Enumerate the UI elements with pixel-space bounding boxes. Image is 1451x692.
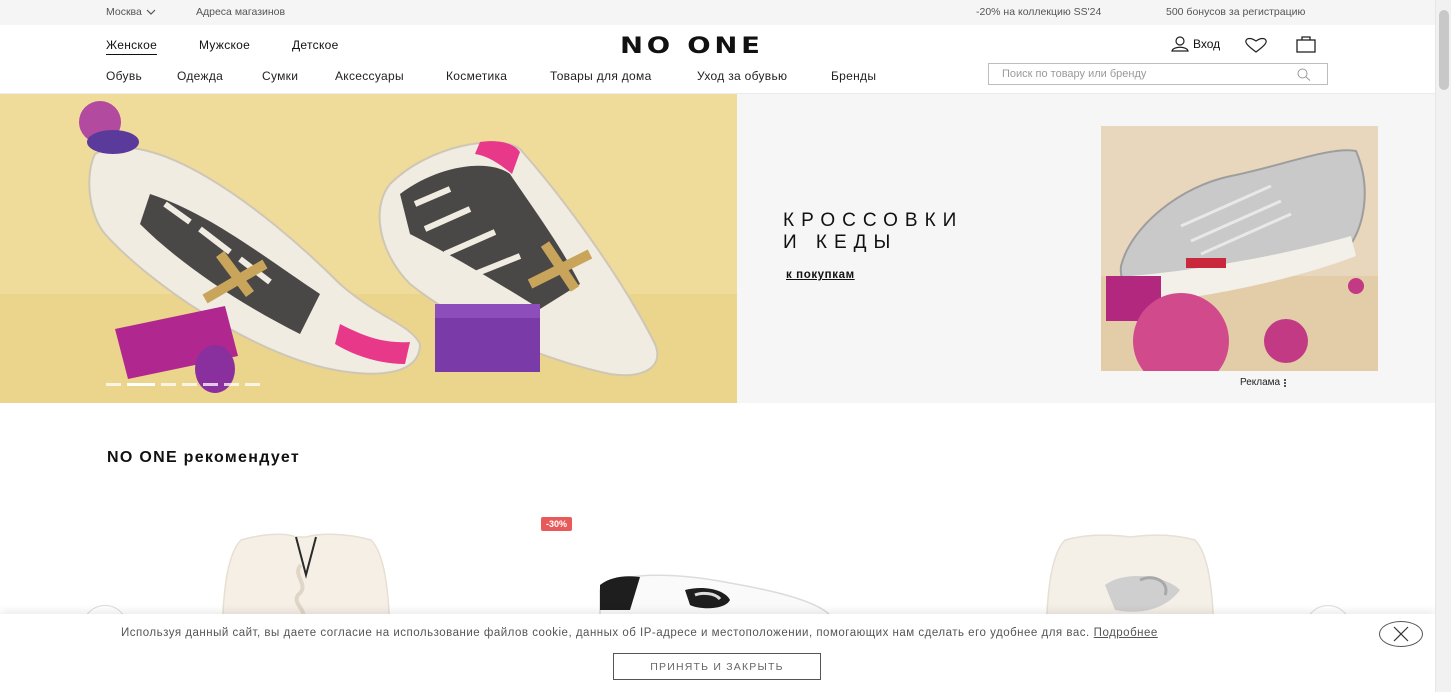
- login-button[interactable]: Вход: [1171, 36, 1220, 52]
- hero-title-line2: И КЕДЫ: [783, 232, 898, 253]
- page: Москва Адреса магазинов -20% на коллекци…: [0, 0, 1451, 692]
- cookie-close-button[interactable]: [1379, 621, 1423, 647]
- category-clothes[interactable]: Одежда: [177, 69, 223, 83]
- search-input[interactable]: [989, 64, 1289, 84]
- user-icon: [1171, 36, 1189, 52]
- city-label: Москва: [106, 6, 142, 18]
- city-selector[interactable]: Москва: [106, 6, 156, 18]
- hero-image[interactable]: [0, 94, 737, 403]
- slider-dot[interactable]: [161, 383, 176, 386]
- favorites-button[interactable]: [1244, 37, 1268, 53]
- cookie-banner: Используя данный сайт, вы даете согласие…: [0, 614, 1435, 692]
- cookie-message: Используя данный сайт, вы даете согласие…: [121, 627, 1090, 639]
- hero-product-image[interactable]: [1101, 126, 1378, 371]
- search-icon[interactable]: [1297, 68, 1311, 81]
- header: Женское Мужское Детское NO ONE Вход Обув…: [0, 25, 1435, 94]
- category-shoe-care[interactable]: Уход за обувью: [697, 69, 787, 83]
- category-cosmetics[interactable]: Косметика: [446, 69, 507, 83]
- heart-icon: [1245, 37, 1267, 53]
- sale-badge: -30%: [541, 517, 573, 531]
- category-accessories[interactable]: Аксессуары: [335, 69, 404, 83]
- shop-now-link[interactable]: к покупкам: [786, 269, 855, 281]
- tab-men[interactable]: Мужское: [199, 38, 250, 52]
- slider-dot[interactable]: [106, 383, 121, 386]
- hero-title-line1: КРОССОВКИ: [783, 210, 964, 231]
- slider-dot[interactable]: [203, 383, 218, 386]
- slider-dot-active[interactable]: [127, 383, 155, 386]
- scrollbar[interactable]: [1435, 0, 1451, 692]
- hero-promo-panel: КРОССОВКИ И КЕДЫ к покупкам Реклама: [737, 94, 1435, 403]
- tab-kids[interactable]: Детское: [292, 38, 339, 52]
- sneakers-illustration: [0, 94, 737, 403]
- chevron-down-icon: [146, 9, 156, 15]
- category-shoes[interactable]: Обувь: [106, 69, 142, 83]
- ad-label-text: Реклама: [1240, 377, 1281, 388]
- close-icon: [1393, 626, 1409, 642]
- category-brands[interactable]: Бренды: [831, 69, 876, 83]
- promo-bonus-link[interactable]: 500 бонусов за регистрацию: [1166, 6, 1305, 18]
- hero-banner[interactable]: КРОССОВКИ И КЕДЫ к покупкам Реклама: [0, 94, 1435, 403]
- silver-sneaker-illustration: [1101, 126, 1378, 371]
- hero-title: КРОССОВКИ И КЕДЫ: [783, 210, 963, 254]
- slider-dot[interactable]: [245, 383, 260, 386]
- cookie-more-link[interactable]: Подробнее: [1094, 627, 1158, 639]
- cart-button[interactable]: [1296, 35, 1316, 53]
- tab-women[interactable]: Женское: [106, 38, 158, 55]
- slider-dot[interactable]: [182, 383, 197, 386]
- slider-dot[interactable]: [224, 383, 239, 386]
- bag-icon: [1296, 36, 1316, 53]
- search-box: [988, 63, 1328, 85]
- slider-dots: [106, 383, 260, 386]
- cookie-accept-button[interactable]: ПРИНЯТЬ И ЗАКРЫТЬ: [613, 653, 821, 680]
- scrollbar-thumb[interactable]: [1439, 10, 1449, 90]
- recommendations-title: NO ONE рекомендует: [107, 449, 300, 466]
- top-bar: Москва Адреса магазинов -20% на коллекци…: [0, 0, 1435, 25]
- more-vertical-icon: [1284, 378, 1287, 387]
- category-bags[interactable]: Сумки: [262, 69, 298, 83]
- category-home[interactable]: Товары для дома: [550, 69, 652, 83]
- ad-label[interactable]: Реклама: [1240, 377, 1287, 388]
- stores-link[interactable]: Адреса магазинов: [196, 6, 285, 18]
- login-label: Вход: [1193, 37, 1221, 51]
- site-logo[interactable]: NO ONE: [620, 34, 764, 59]
- promo-collection-link[interactable]: -20% на коллекцию SS'24: [976, 6, 1101, 18]
- cookie-text: Используя данный сайт, вы даете согласие…: [121, 627, 1158, 639]
